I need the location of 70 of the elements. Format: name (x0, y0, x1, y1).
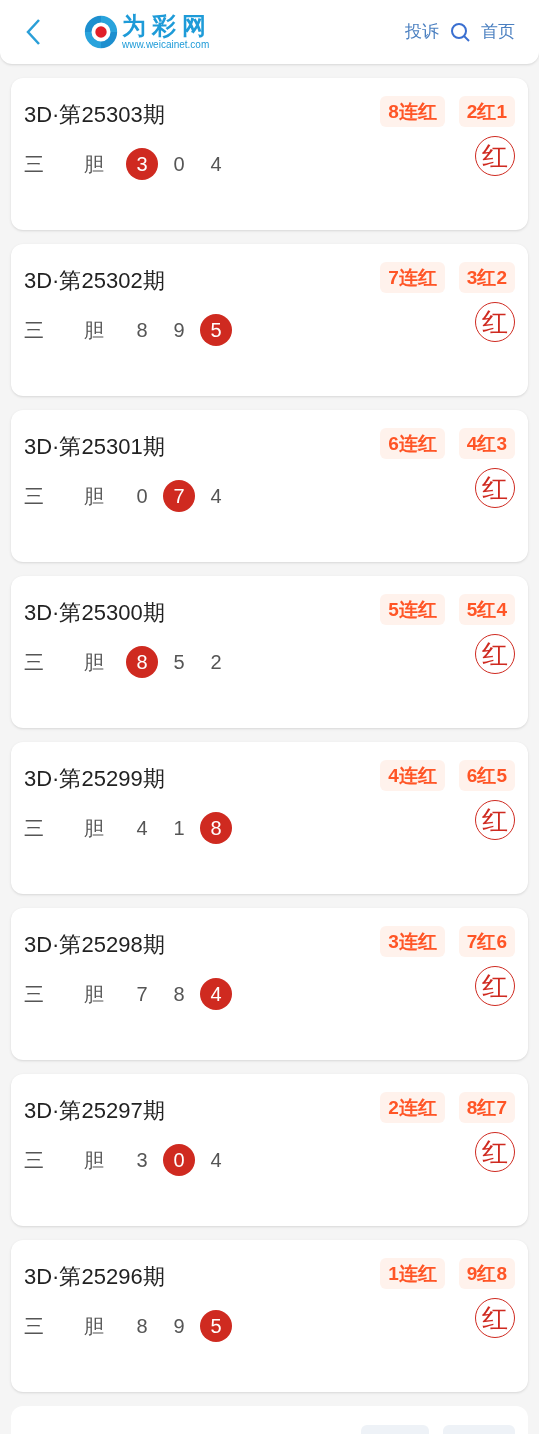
streak-badge: 7连红 (380, 262, 445, 293)
play-label: 三 (24, 982, 45, 1007)
digit: 5 (172, 650, 186, 675)
digit: 0 (172, 152, 186, 177)
digit: 9 (172, 1314, 186, 1339)
issue-title: 3D·第25296期 (24, 1263, 165, 1291)
digit: 8 (135, 1314, 149, 1339)
streak-badge: 1连红 (380, 1258, 445, 1289)
search-icon[interactable] (449, 21, 471, 43)
digit: 5 (200, 1310, 232, 1342)
play-label: 胆 (84, 816, 105, 841)
streak-badge: 8连红 (380, 96, 445, 127)
streak-badge: 5红4 (458, 594, 515, 625)
play-label: 胆 (84, 318, 105, 343)
digit: 9 (172, 318, 186, 343)
digit: 3 (126, 148, 158, 180)
digit: 7 (163, 480, 195, 512)
digit: 0 (163, 1144, 195, 1176)
logo-title: 为彩网 (122, 14, 212, 38)
issue-title: 3D·第25298期 (24, 931, 165, 959)
streak-badge: 4连红 (380, 760, 445, 791)
digit: 1 (172, 816, 186, 841)
digit: 4 (209, 484, 223, 509)
issue-title: 3D·第25301期 (24, 433, 165, 461)
play-label: 胆 (84, 484, 105, 509)
streak-badge: 6连红 (380, 428, 445, 459)
digit: 4 (135, 816, 149, 841)
digit: 5 (200, 314, 232, 346)
play-label: 胆 (84, 1148, 105, 1173)
play-label: 三 (24, 484, 45, 509)
digit: 8 (172, 982, 186, 1007)
digit: 3 (135, 1148, 149, 1173)
streak-badge: 3连红 (380, 926, 445, 957)
streak-badge: 5连红 (380, 594, 445, 625)
logo-url: www.weicainet.com (122, 40, 211, 50)
digit: 0 (135, 484, 149, 509)
digit: 4 (200, 978, 232, 1010)
play-label: 三 (24, 1148, 45, 1173)
play-label: 三 (24, 152, 45, 177)
play-label: 胆 (84, 982, 105, 1007)
digit: 8 (126, 646, 158, 678)
logo-icon (82, 13, 120, 51)
digit: 8 (200, 812, 232, 844)
digit: 4 (209, 1148, 223, 1173)
digit: 7 (135, 982, 149, 1007)
play-label: 三 (24, 816, 45, 841)
play-label: 三 (24, 318, 45, 343)
play-label: 胆 (84, 650, 105, 675)
issue-title: 3D·第25302期 (24, 267, 165, 295)
home-link[interactable]: 首页 (481, 19, 515, 45)
issue-title: 3D·第25303期 (24, 101, 165, 129)
digit: 4 (209, 152, 223, 177)
issue-title: 3D·第25299期 (24, 765, 165, 793)
streak-badge: 4红3 (458, 428, 515, 459)
digit: 8 (135, 318, 149, 343)
streak-badge: 2红1 (458, 96, 515, 127)
digit: 2 (209, 650, 223, 675)
streak-badge: 7红6 (458, 926, 515, 957)
play-label: 三 (24, 650, 45, 675)
streak-badge: 9红8 (458, 1258, 515, 1289)
streak-badge: 8红7 (458, 1092, 515, 1123)
streak-badge: 6红5 (458, 760, 515, 791)
issue-title: 3D·第25297期 (24, 1097, 165, 1125)
streak-badge: 3红2 (458, 262, 515, 293)
play-label: 胆 (84, 1314, 105, 1339)
complaint-link[interactable]: 投诉 (405, 19, 439, 45)
play-label: 三 (24, 1314, 45, 1339)
issue-title: 3D·第25300期 (24, 599, 165, 627)
play-label: 胆 (84, 152, 105, 177)
streak-badge: 2连红 (380, 1092, 445, 1123)
